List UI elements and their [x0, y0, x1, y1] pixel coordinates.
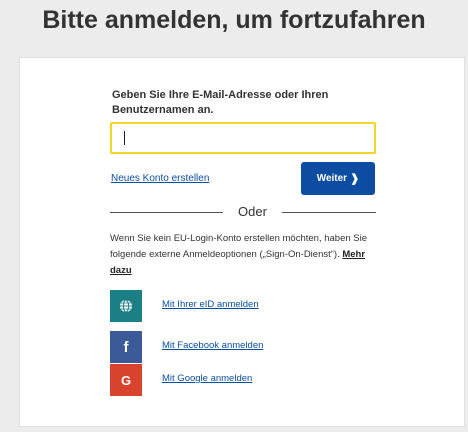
- text-caret: [124, 131, 125, 145]
- divider-right: [282, 212, 376, 213]
- external-login-info: Wenn Sie kein EU-Login-Konto erstellen m…: [110, 231, 376, 279]
- external-login-text: Wenn Sie kein EU-Login-Konto erstellen m…: [110, 233, 368, 260]
- page-title: Bitte anmelden, um fortzufahren: [42, 6, 426, 34]
- eid-login-option[interactable]: Mit Ihrer eID anmelden: [110, 290, 340, 322]
- create-account-link[interactable]: Neues Konto erstellen: [111, 173, 209, 184]
- facebook-icon[interactable]: f: [110, 331, 142, 363]
- globe-icon[interactable]: [110, 290, 142, 322]
- facebook-login-link[interactable]: Mit Facebook anmelden: [162, 340, 263, 351]
- login-card: Geben Sie Ihre E-Mail-Adresse oder Ihren…: [19, 57, 465, 427]
- facebook-login-option[interactable]: f Mit Facebook anmelden: [110, 331, 340, 363]
- divider-left: [110, 212, 223, 213]
- eid-login-link[interactable]: Mit Ihrer eID anmelden: [162, 299, 259, 310]
- google-icon[interactable]: G: [110, 364, 142, 396]
- google-login-link[interactable]: Mit Google anmelden: [162, 373, 252, 384]
- chevron-right-icon: ❱: [350, 173, 360, 185]
- or-separator: Oder: [238, 204, 267, 219]
- username-prompt: Geben Sie Ihre E-Mail-Adresse oder Ihren…: [112, 89, 329, 116]
- google-login-option[interactable]: G Mit Google anmelden: [110, 364, 340, 396]
- username-input[interactable]: [110, 122, 376, 154]
- next-button[interactable]: Weiter ❱: [301, 162, 375, 195]
- next-button-label: Weiter: [316, 173, 348, 184]
